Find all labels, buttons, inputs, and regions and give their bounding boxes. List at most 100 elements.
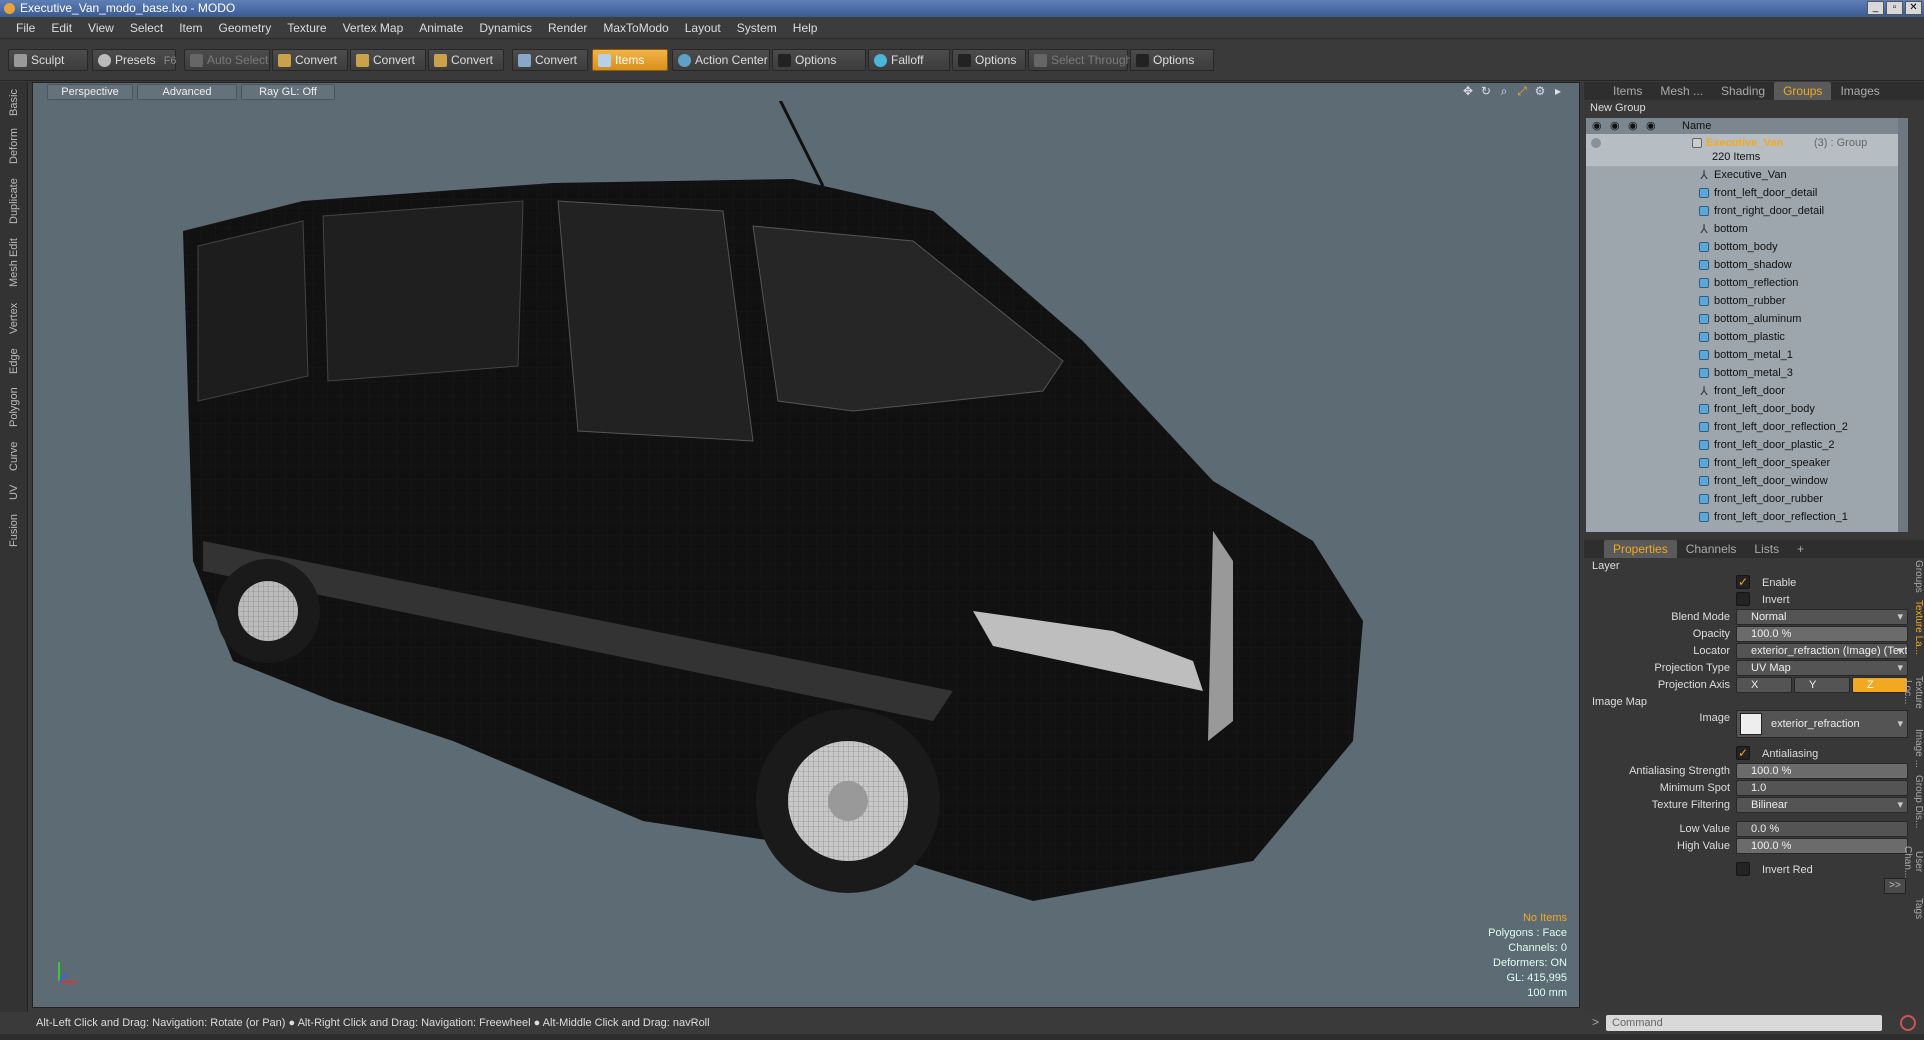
group-item-row[interactable]: ⅄ front_left_door: [1586, 382, 1908, 400]
side-tab-user-channels[interactable]: User Chan...: [1902, 834, 1924, 890]
projection-type-dropdown[interactable]: UV Map: [1736, 660, 1908, 676]
more-button[interactable]: >>: [1884, 878, 1906, 894]
tab-mesh[interactable]: Mesh ...: [1651, 82, 1712, 100]
group-item-row[interactable]: front_left_door_plastic_2: [1586, 436, 1908, 454]
menu-edit[interactable]: Edit: [43, 21, 80, 35]
blend-mode-dropdown[interactable]: Normal: [1736, 609, 1908, 625]
layer-section[interactable]: Layer: [1592, 558, 1620, 575]
falloff-button[interactable]: Falloff: [868, 49, 950, 71]
group-item-row[interactable]: bottom_rubber: [1586, 292, 1908, 310]
convert-edges-button[interactable]: Convert: [350, 49, 426, 71]
minimize-button[interactable]: _: [1867, 1, 1884, 15]
group-item-row[interactable]: front_left_door_detail: [1586, 184, 1908, 202]
tab-vertex[interactable]: Vertex: [3, 296, 25, 340]
axis-x-button[interactable]: X: [1736, 677, 1792, 693]
group-item-row[interactable]: bottom_body: [1586, 238, 1908, 256]
tab-duplicate[interactable]: Duplicate: [3, 172, 25, 230]
group-item-row[interactable]: front_left_door_rubber: [1586, 490, 1908, 508]
tab-shading[interactable]: Shading: [1712, 82, 1774, 100]
new-group-button[interactable]: New Group: [1586, 100, 1922, 116]
opacity-field[interactable]: 100.0 %: [1736, 626, 1908, 642]
viewport-menu-icon[interactable]: ▸: [1551, 84, 1565, 98]
viewport-settings-icon[interactable]: ⚙: [1533, 84, 1547, 98]
tab-lists[interactable]: Lists: [1745, 540, 1788, 558]
items-mode-button[interactable]: Items: [592, 49, 668, 71]
menu-dynamics[interactable]: Dynamics: [471, 21, 540, 35]
group-item-row[interactable]: ⅄ bottom: [1586, 220, 1908, 238]
axis-z-button[interactable]: Z: [1852, 677, 1908, 693]
van-3d-model[interactable]: [33, 101, 1580, 1008]
menu-geometry[interactable]: Geometry: [211, 21, 280, 35]
side-tab-group-display[interactable]: Group Dis...: [1910, 774, 1924, 830]
side-tab-image[interactable]: Image ...: [1910, 726, 1924, 770]
group-item-row[interactable]: bottom_metal_3: [1586, 364, 1908, 382]
high-value-field[interactable]: 100.0 %: [1736, 838, 1908, 854]
tab-uv[interactable]: UV: [3, 480, 25, 504]
visibility-toggle[interactable]: [1591, 138, 1601, 148]
group-item-row[interactable]: bottom_shadow: [1586, 256, 1908, 274]
tab-curve[interactable]: Curve: [3, 436, 25, 476]
tab-mesh-edit[interactable]: Mesh Edit: [3, 234, 25, 292]
command-input[interactable]: Command: [1606, 1015, 1882, 1031]
locator-dropdown[interactable]: exterior_refraction (Image) (Text...: [1736, 643, 1908, 659]
tab-items[interactable]: Items: [1604, 82, 1651, 100]
tab-channels[interactable]: Channels: [1677, 540, 1746, 558]
menu-select[interactable]: Select: [122, 21, 171, 35]
convert-items-button[interactable]: Convert: [512, 49, 588, 71]
tab-deform[interactable]: Deform: [3, 124, 25, 168]
zoom-icon[interactable]: ⌕: [1497, 84, 1511, 98]
menu-system[interactable]: System: [729, 21, 785, 35]
tab-images[interactable]: Images: [1831, 82, 1888, 100]
rotate-icon[interactable]: ↻: [1479, 84, 1493, 98]
action-center-button[interactable]: Action Center: [672, 49, 770, 71]
side-tab-tags[interactable]: Tags: [1910, 894, 1924, 924]
add-tab-icon[interactable]: +: [1788, 540, 1813, 558]
antialiasing-checkbox[interactable]: ✓: [1736, 746, 1750, 760]
view-type-dropdown[interactable]: Perspective: [47, 84, 133, 100]
invert-red-checkbox[interactable]: [1736, 862, 1750, 876]
tab-edge[interactable]: Edge: [3, 344, 25, 378]
menu-maxtomodo[interactable]: MaxToModo: [595, 21, 676, 35]
low-value-field[interactable]: 0.0 %: [1736, 821, 1908, 837]
group-item-row[interactable]: front_left_door_body: [1586, 400, 1908, 418]
convert-vertices-button[interactable]: Convert: [272, 49, 348, 71]
falloff-options-button[interactable]: Options: [952, 49, 1026, 71]
group-item-row[interactable]: bottom_plastic: [1586, 328, 1908, 346]
group-item-row[interactable]: ⅄ Executive_Van: [1586, 166, 1908, 184]
aa-strength-field[interactable]: 100.0 %: [1736, 763, 1908, 779]
pan-icon[interactable]: ✥: [1461, 84, 1475, 98]
menu-layout[interactable]: Layout: [677, 21, 729, 35]
group-item-row[interactable]: front_left_door_reflection_1: [1586, 508, 1908, 526]
tab-groups[interactable]: Groups: [1774, 82, 1832, 100]
tab-basic[interactable]: Basic: [3, 86, 25, 120]
texture-filtering-dropdown[interactable]: Bilinear: [1736, 797, 1908, 813]
group-item-row[interactable]: bottom_aluminum: [1586, 310, 1908, 328]
tree-scrollbar[interactable]: [1898, 118, 1908, 532]
axis-y-button[interactable]: Y: [1794, 677, 1850, 693]
menu-vertex-map[interactable]: Vertex Map: [335, 21, 412, 35]
group-row-executive-van[interactable]: Executive_Van (3) : Group 220 Items: [1586, 134, 1908, 166]
side-tab-texture-layers[interactable]: Texture La...: [1910, 598, 1924, 658]
invert-checkbox[interactable]: [1736, 592, 1750, 606]
minimum-spot-field[interactable]: 1.0: [1736, 780, 1908, 796]
menu-animate[interactable]: Animate: [411, 21, 471, 35]
side-tab-texture-locator[interactable]: Texture Loc...: [1902, 662, 1924, 722]
menu-render[interactable]: Render: [540, 21, 595, 35]
tab-polygon[interactable]: Polygon: [3, 382, 25, 432]
auto-select-button[interactable]: Auto Select: [184, 49, 270, 71]
side-tab-groups[interactable]: Groups: [1910, 558, 1924, 594]
menu-file[interactable]: File: [8, 21, 43, 35]
close-button[interactable]: ✕: [1905, 1, 1922, 15]
group-item-row[interactable]: front_right_door_detail: [1586, 202, 1908, 220]
fit-icon[interactable]: ⤢: [1515, 84, 1529, 98]
menu-texture[interactable]: Texture: [279, 21, 334, 35]
sculpt-button[interactable]: Sculpt: [8, 49, 88, 71]
tab-properties[interactable]: Properties: [1604, 540, 1677, 558]
select-through-options-button[interactable]: Options: [1130, 49, 1214, 71]
tab-fusion[interactable]: Fusion: [3, 508, 25, 552]
menu-help[interactable]: Help: [785, 21, 826, 35]
menu-item[interactable]: Item: [171, 21, 210, 35]
raygl-toggle[interactable]: Ray GL: Off: [241, 84, 335, 100]
group-item-row[interactable]: front_left_door_reflection_2: [1586, 418, 1908, 436]
group-item-row[interactable]: front_left_door_speaker: [1586, 454, 1908, 472]
